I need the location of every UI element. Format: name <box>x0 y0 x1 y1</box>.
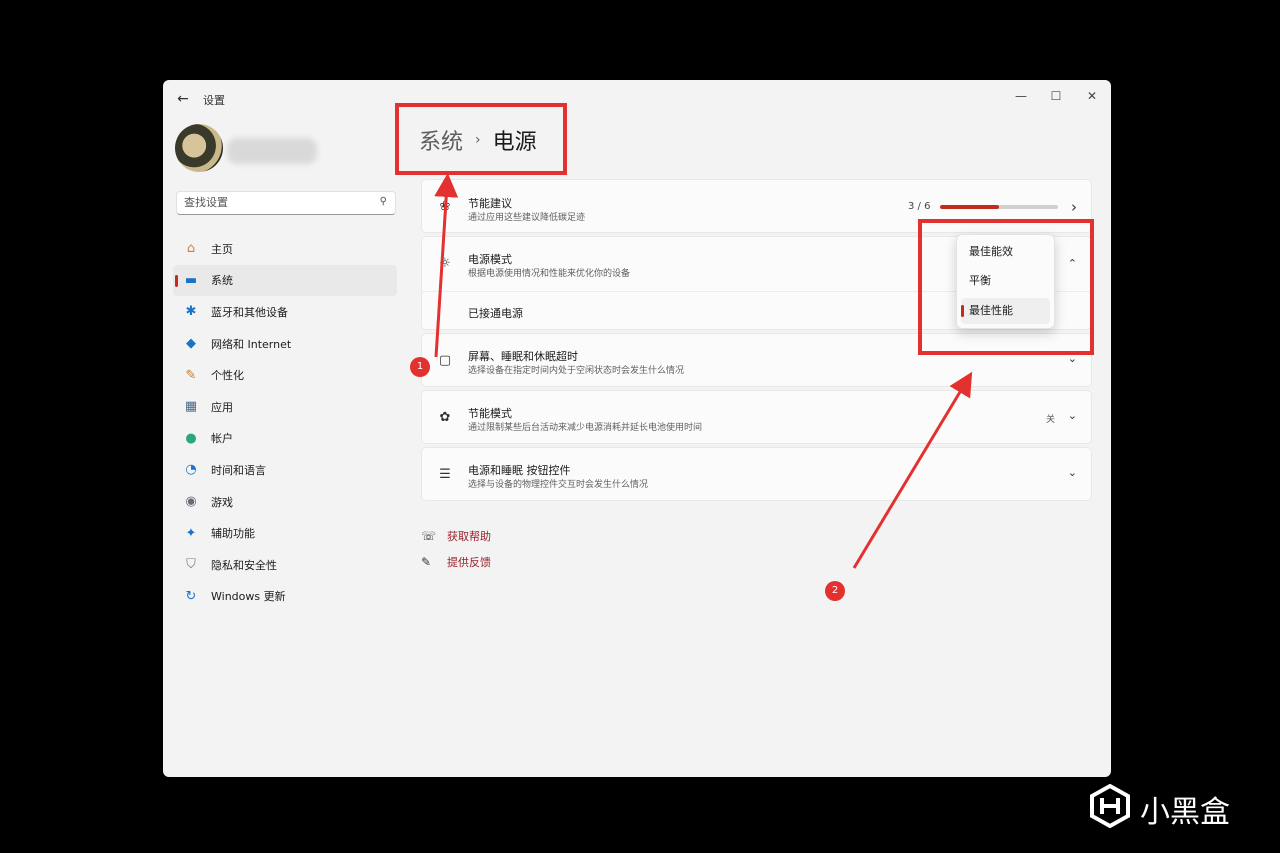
annotation-badge-1: 1 <box>410 357 430 377</box>
annotation-badge-2: 2 <box>825 581 845 601</box>
annotation-arrows <box>434 173 973 569</box>
watermark-text: 小黑盒 <box>1140 795 1230 830</box>
watermark-logo-icon <box>1090 784 1130 828</box>
